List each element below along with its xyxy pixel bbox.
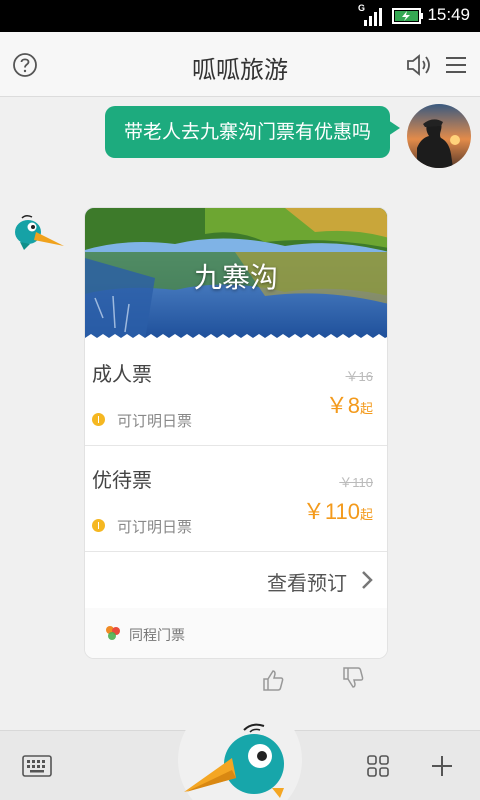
plus-icon[interactable] <box>430 754 454 778</box>
source-label: 同程门票 <box>129 628 185 644</box>
ticket-original-price: ￥16 <box>345 369 373 384</box>
ticket-price: ￥8起 <box>326 388 373 420</box>
ticket-name: 优待票 <box>92 468 152 492</box>
chevron-right-icon <box>362 571 373 589</box>
info-dot-icon <box>92 413 105 426</box>
info-dot-icon <box>92 519 105 532</box>
ticket-price-value: ￥110 <box>302 499 360 524</box>
user-message-text: 带老人去九寨沟门票有优惠吗 <box>123 121 371 143</box>
menu-icon[interactable] <box>444 52 468 78</box>
attraction-card: 九寨沟 成人票 ￥16 ￥8起 可订明日票 优待票 ￥110 ￥110起 可订明… <box>84 207 388 659</box>
ticket-row-discount[interactable]: 优待票 ￥110 ￥110起 可订明日票 <box>85 446 387 552</box>
thumbs-down-icon[interactable] <box>341 666 365 690</box>
speaker-icon[interactable] <box>405 52 435 78</box>
ticket-original-price: ￥110 <box>339 475 373 490</box>
ticket-row-adult[interactable]: 成人票 ￥16 ￥8起 可订明日票 <box>85 340 387 446</box>
view-booking-label: 查看预订 <box>267 571 347 595</box>
status-time: 15:49 <box>427 5 470 24</box>
tongcheng-logo-icon <box>106 626 120 640</box>
ticket-availability: 可订明日票 <box>117 518 193 536</box>
user-avatar[interactable] <box>407 104 471 168</box>
bot-avatar <box>15 214 64 250</box>
ticket-price-value: ￥8 <box>325 393 360 418</box>
thumbs-up-icon[interactable] <box>261 668 285 692</box>
source-footer: 同程门票 <box>85 608 387 658</box>
ticket-availability: 可订明日票 <box>117 412 193 430</box>
ticket-price-suffix: 起 <box>359 401 373 416</box>
attraction-title: 九寨沟 <box>193 261 278 294</box>
ticket-price-suffix: 起 <box>359 507 373 522</box>
keyboard-icon[interactable] <box>22 755 52 777</box>
signal-icon <box>364 8 382 26</box>
view-booking-button[interactable]: 查看预订 <box>85 552 387 608</box>
user-message-bubble: 带老人去九寨沟门票有优惠吗 <box>105 106 400 158</box>
header-bar: 呱呱旅游 <box>0 32 480 97</box>
grid-icon[interactable] <box>367 755 389 777</box>
ticket-name: 成人票 <box>92 362 152 386</box>
ticket-price: ￥110起 <box>303 494 373 526</box>
battery-charging-icon <box>392 8 423 24</box>
status-bar: G 15:49 <box>0 0 480 32</box>
mascot-voice-button[interactable] <box>180 718 300 800</box>
